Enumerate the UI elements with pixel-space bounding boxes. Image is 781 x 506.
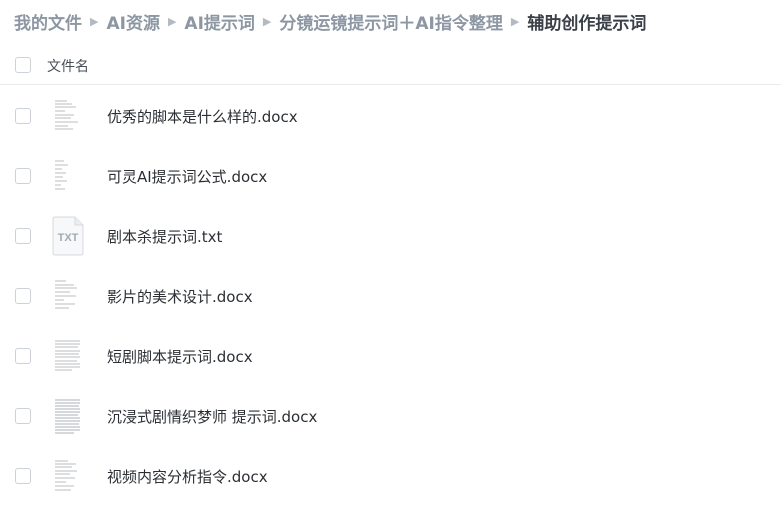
chevron-right-icon: ▶ — [262, 14, 272, 28]
breadcrumb-storyboard-prompts[interactable]: 分镜运镜提示词＋AI指令整理 — [279, 9, 502, 34]
file-row[interactable]: TXT 剧本杀提示词.txt — [0, 206, 781, 266]
file-row[interactable]: 短剧脚本提示词.docx — [0, 326, 781, 386]
docx-file-icon — [50, 335, 86, 377]
file-name[interactable]: 视频内容分析指令.docx — [107, 466, 268, 487]
file-row[interactable]: 优秀的脚本是什么样的.docx — [0, 86, 781, 146]
chevron-right-icon: ▶ — [167, 14, 177, 28]
chevron-right-icon: ▶ — [510, 14, 520, 28]
file-row[interactable]: 沉浸式剧情织梦师 提示词.docx — [0, 386, 781, 446]
file-name[interactable]: 优秀的脚本是什么样的.docx — [107, 106, 298, 127]
row-checkbox[interactable] — [15, 228, 31, 244]
docx-file-icon — [50, 275, 86, 317]
breadcrumb-my-files[interactable]: 我的文件 — [14, 9, 82, 34]
file-name[interactable]: 影片的美术设计.docx — [107, 286, 253, 307]
breadcrumb: 我的文件 ▶ AI资源 ▶ AI提示词 ▶ 分镜运镜提示词＋AI指令整理 ▶ 辅… — [14, 8, 646, 34]
row-checkbox[interactable] — [15, 348, 31, 364]
breadcrumb-ai-resources[interactable]: AI资源 — [106, 9, 159, 34]
file-name[interactable]: 可灵AI提示词公式.docx — [107, 166, 267, 187]
chevron-right-icon: ▶ — [90, 14, 99, 28]
row-checkbox[interactable] — [15, 288, 31, 304]
file-list-header: 文件名 — [0, 46, 781, 85]
column-header-filename[interactable]: 文件名 — [47, 56, 89, 76]
docx-file-icon — [50, 155, 86, 197]
docx-file-icon — [50, 395, 86, 437]
row-checkbox[interactable] — [15, 468, 31, 484]
row-checkbox[interactable] — [15, 168, 31, 184]
select-all-checkbox[interactable] — [15, 57, 31, 73]
row-checkbox[interactable] — [15, 108, 31, 124]
file-name[interactable]: 沉浸式剧情织梦师 提示词.docx — [107, 406, 317, 427]
file-row[interactable]: 影片的美术设计.docx — [0, 266, 781, 326]
txt-file-icon: TXT — [50, 215, 86, 257]
breadcrumb-ai-prompts[interactable]: AI提示词 — [184, 9, 254, 34]
docx-file-icon — [50, 455, 86, 497]
txt-icon-label: TXT — [58, 232, 79, 244]
docx-file-icon — [50, 95, 86, 137]
row-checkbox[interactable] — [15, 408, 31, 424]
file-name[interactable]: 短剧脚本提示词.docx — [107, 346, 253, 367]
file-name[interactable]: 剧本杀提示词.txt — [107, 226, 222, 247]
file-row[interactable]: 视频内容分析指令.docx — [0, 446, 781, 506]
file-row[interactable]: 可灵AI提示词公式.docx — [0, 146, 781, 206]
breadcrumb-current-folder: 辅助创作提示词 — [527, 13, 647, 34]
